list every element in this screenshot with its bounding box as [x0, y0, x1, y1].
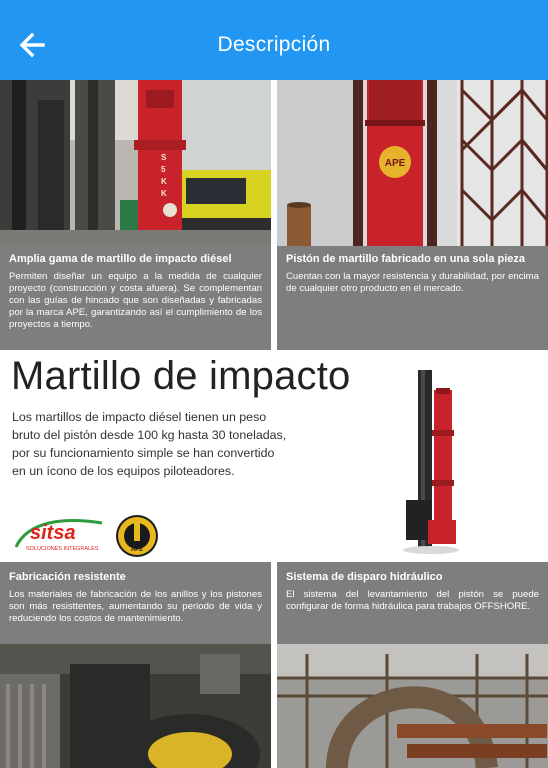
- sitsa-logo-subtext: SOLUCIONES INTEGRALES: [26, 546, 99, 552]
- svg-text:S: S: [161, 153, 167, 162]
- feature-card-hydraulic: Sistema de disparo hidráulico El sistema…: [277, 562, 548, 768]
- impact-hammer-image: [396, 370, 466, 556]
- svg-text:K: K: [161, 189, 167, 198]
- card-text: Los materiales de fabricación de los ani…: [9, 589, 262, 624]
- section-description: Los martillos de impacto diésel tienen u…: [12, 410, 287, 478]
- feature-card-materials: Fabricación resistente Los materiales de…: [0, 562, 271, 768]
- app-bar: Descripción: [0, 0, 548, 80]
- card-text: Permiten diseñar un equipo a la medida d…: [9, 271, 262, 330]
- page-title: Descripción: [217, 33, 331, 56]
- card-caption: Fabricación resistente Los materiales de…: [0, 571, 271, 625]
- sitsa-logo-text: sitsa: [30, 522, 76, 544]
- card-caption: Sistema de disparo hidráulico El sistema…: [277, 571, 548, 613]
- photo-hammer-range: S 5 K K: [0, 80, 271, 246]
- photo-piston: APE: [277, 80, 548, 246]
- ape-photo-label: APE: [385, 158, 406, 169]
- card-caption: Pistón de martillo fabricado en una sola…: [277, 253, 548, 295]
- card-text: Cuentan con la mayor resistencia y durab…: [286, 271, 539, 294]
- svg-text:5: 5: [161, 165, 166, 174]
- main-section: Martillo de impacto Los martillos de imp…: [0, 350, 548, 562]
- card-title: Sistema de disparo hidráulico: [286, 571, 443, 583]
- svg-text:K: K: [161, 177, 167, 186]
- card-caption: Amplia gama de martillo de impacto diése…: [0, 253, 271, 331]
- card-title: Amplia gama de martillo de impacto diése…: [9, 253, 232, 265]
- feature-card-range: S 5 K K Amplia gama de martillo de impac…: [0, 80, 271, 350]
- photo-rings: [0, 644, 271, 768]
- photo-hydraulic: [277, 644, 548, 768]
- ape-logo-text: APE: [131, 547, 143, 553]
- ape-logo: APE: [114, 513, 160, 559]
- section-title: Martillo de impacto: [11, 354, 351, 398]
- card-title: Pistón de martillo fabricado en una sola…: [286, 253, 525, 265]
- sitsa-logo: sitsa SOLUCIONES INTEGRALES: [14, 515, 106, 555]
- feature-card-piston: APE Pistón de martillo fabricado en una …: [277, 80, 548, 350]
- card-text: El sistema del levantamiento del pistón …: [286, 589, 539, 612]
- card-title: Fabricación resistente: [9, 571, 126, 583]
